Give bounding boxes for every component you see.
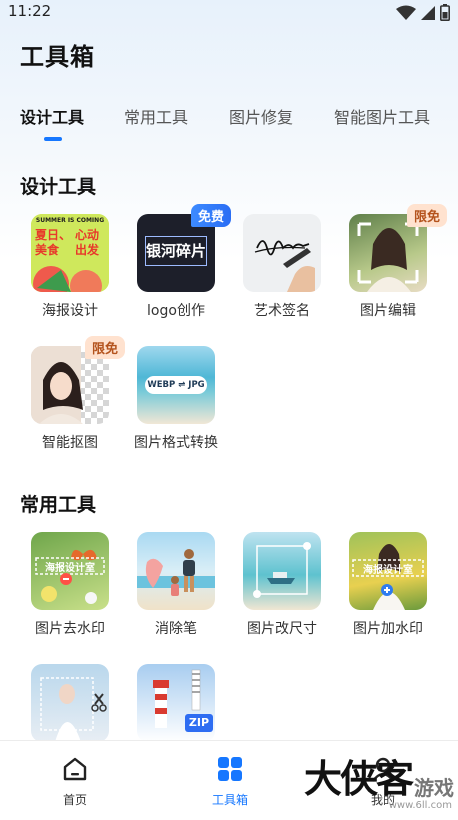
art-signature-thumbnail <box>243 214 321 292</box>
tool-image-editing[interactable]: 限免 图片编辑 <box>335 204 447 320</box>
tool-resize-image[interactable]: 图片改尺寸 <box>229 532 335 638</box>
watermark-sample-text: 海报设计室 <box>363 565 413 576</box>
watermark-sub-text: 游戏 <box>414 776 454 800</box>
nav-item-toolbox[interactable]: 工具箱 <box>190 755 270 808</box>
resize-image-thumbnail <box>243 532 321 610</box>
tool-smart-cutout[interactable]: 限免 智能抠图 <box>17 336 125 452</box>
tool-label: 图片改尺寸 <box>247 621 317 637</box>
tool-label: 图片加水印 <box>353 621 423 637</box>
tool-image-format-conversion[interactable]: WEBP ⇌ JPG 图片格式转换 <box>123 346 229 452</box>
tool-image-compress[interactable]: ZIP <box>123 664 229 742</box>
watermark-main-text: 大侠客 <box>304 757 414 801</box>
battery-icon <box>440 4 450 21</box>
tab-active-indicator <box>44 137 62 141</box>
poster-design-thumbnail: SUMMER IS COMING 夏日、 心动 美食 出发 <box>31 214 109 292</box>
tool-label: 图片编辑 <box>360 303 416 319</box>
tool-label: logo创作 <box>147 303 205 319</box>
tool-art-signature[interactable]: 艺术签名 <box>229 214 335 320</box>
limited-free-badge: 限免 <box>84 336 125 359</box>
tool-label: 图片格式转换 <box>134 435 218 451</box>
tool-label: 图片去水印 <box>35 621 105 637</box>
poster-line-1: SUMMER IS COMING <box>35 217 105 224</box>
tool-label: 智能抠图 <box>42 435 98 451</box>
tab-image-repair[interactable]: 图片修复 <box>229 104 293 128</box>
tab-common-tools[interactable]: 常用工具 <box>124 104 188 128</box>
tab-bar: 设计工具 常用工具 图片修复 智能图片工具 <box>0 104 458 144</box>
eraser-pen-thumbnail <box>137 532 215 610</box>
watermark-url-text: www.6ll.com <box>388 800 452 811</box>
remove-watermark-thumbnail: 海报设计室 <box>31 532 109 610</box>
add-watermark-thumbnail: 海报设计室 <box>349 532 427 610</box>
poster-line-4: 美食 <box>35 243 60 257</box>
tool-add-watermark[interactable]: 海报设计室 图片加水印 <box>335 532 441 638</box>
format-conversion-pill: WEBP ⇌ JPG <box>145 376 207 394</box>
page-title: 工具箱 <box>20 43 95 71</box>
section-title-design: 设计工具 <box>20 176 97 198</box>
boat-illustration <box>253 542 311 598</box>
grid-icon <box>218 757 242 781</box>
tool-label: 艺术签名 <box>254 303 310 319</box>
status-icons <box>396 4 450 21</box>
tool-logo-creation[interactable]: 免费 银河碎片 logo创作 <box>123 204 231 320</box>
signal-icon <box>421 5 435 20</box>
tool-label: 消除笔 <box>155 621 197 637</box>
tool-label: 海报设计 <box>42 303 98 319</box>
nav-label-toolbox: 工具箱 <box>211 793 248 807</box>
tool-image-crop[interactable] <box>17 664 123 742</box>
beach-family-illustration <box>137 549 215 596</box>
image-compress-thumbnail: ZIP <box>137 664 215 742</box>
status-bar: 11:22 <box>0 0 458 26</box>
free-badge: 免费 <box>190 204 231 227</box>
logo-sample-text: 银河碎片 <box>145 242 206 260</box>
nav-item-home[interactable]: 首页 <box>35 755 115 808</box>
watermark-sample-text: 海报设计室 <box>45 563 95 574</box>
tab-smart-image-tools[interactable]: 智能图片工具 <box>334 104 430 128</box>
tab-design-tools[interactable]: 设计工具 <box>20 104 84 128</box>
status-time: 11:22 <box>8 2 52 20</box>
nav-label-home: 首页 <box>62 793 87 807</box>
poster-line-5: 出发 <box>75 243 100 257</box>
tool-remove-watermark[interactable]: 海报设计室 图片去水印 <box>17 532 123 638</box>
section-title-common: 常用工具 <box>20 494 97 516</box>
zip-label: ZIP <box>185 714 213 732</box>
image-crop-thumbnail <box>31 664 109 742</box>
tool-eraser-pen[interactable]: 消除笔 <box>123 532 229 638</box>
tool-poster-design[interactable]: SUMMER IS COMING 夏日、 心动 美食 出发 海报设计 <box>17 214 123 320</box>
home-icon <box>63 757 87 781</box>
crop-portrait-illustration <box>40 677 107 742</box>
signature-illustration <box>254 240 315 292</box>
wifi-icon <box>396 5 416 20</box>
site-watermark: 大侠客 游戏 www.6ll.com <box>298 748 458 820</box>
format-conversion-thumbnail: WEBP ⇌ JPG <box>137 346 215 424</box>
limited-free-badge: 限免 <box>406 204 447 227</box>
